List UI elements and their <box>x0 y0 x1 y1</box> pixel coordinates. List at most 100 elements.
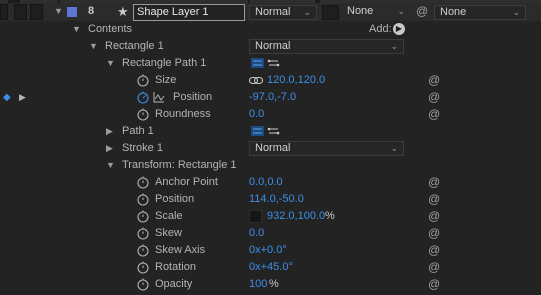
expression-swirl-icon[interactable]: @ <box>428 174 440 191</box>
transform-position-value[interactable]: 114.0,-50.0 <box>249 191 304 208</box>
transform-label: Transform: Rectangle 1 <box>122 159 237 171</box>
rotation-row[interactable]: Rotation 0x+45.0° @ <box>0 259 541 276</box>
position-value[interactable]: -97.0,-7.0 <box>249 89 296 106</box>
path-direction-icon[interactable] <box>267 58 280 68</box>
opacity-label: Opacity <box>155 278 193 290</box>
layer-switch-cell[interactable] <box>14 4 27 20</box>
constrain-proportions-toggle[interactable] <box>249 210 262 223</box>
opacity-value[interactable]: 100 <box>249 276 267 293</box>
roundness-row[interactable]: Roundness 0.0 @ <box>0 106 541 123</box>
scale-value[interactable]: 932.0,100.0 <box>267 208 325 225</box>
stopwatch-icon[interactable] <box>136 73 150 87</box>
expression-swirl-icon[interactable]: @ <box>428 242 440 259</box>
keyframe-diamond-icon[interactable]: ◆ <box>3 89 11 106</box>
layer-switch-cell[interactable] <box>30 4 43 20</box>
anchor-point-label: Anchor Point <box>155 176 218 188</box>
transform-position-label: Position <box>155 193 195 205</box>
roundness-value[interactable]: 0.0 <box>249 106 264 123</box>
stopwatch-icon[interactable] <box>136 175 150 189</box>
stopwatch-icon[interactable] <box>136 209 150 223</box>
stopwatch-icon[interactable] <box>136 226 150 240</box>
skew-row[interactable]: Skew 0.0 @ <box>0 225 541 242</box>
chevron-down-icon: ⌄ <box>390 143 398 153</box>
rectangle-path1-expand-triangle-icon[interactable]: ▼ <box>106 55 115 72</box>
rectangle-path1-label: Rectangle Path 1 <box>122 57 207 69</box>
stopwatch-icon[interactable] <box>136 277 150 291</box>
skew-axis-value[interactable]: 0x+0.0° <box>249 242 287 259</box>
contents-expand-triangle-icon[interactable]: ▼ <box>72 21 81 38</box>
link-icon[interactable] <box>249 76 263 85</box>
size-label: Size <box>155 74 177 86</box>
skew-label: Skew <box>155 227 182 239</box>
stopwatch-icon[interactable] <box>136 260 150 274</box>
layer-switch-cell[interactable] <box>0 4 8 20</box>
transform-expand-triangle-icon[interactable]: ▼ <box>106 157 115 174</box>
path-direction-icon[interactable] <box>267 126 280 136</box>
expression-swirl-icon[interactable]: @ <box>428 225 440 242</box>
chevron-down-icon: ⌄ <box>397 6 405 16</box>
skew-axis-row[interactable]: Skew Axis 0x+0.0° @ <box>0 242 541 259</box>
layer-expand-triangle-icon[interactable]: ▼ <box>54 3 63 20</box>
add-label: Add: <box>369 23 392 35</box>
mode-value: Normal <box>255 6 291 18</box>
stroke1-row[interactable]: ▶ Stroke 1 Normal ⌄ <box>0 140 541 157</box>
add-play-icon[interactable]: ▶ <box>393 23 405 35</box>
size-value[interactable]: 120.0,120.0 <box>267 72 325 89</box>
expression-swirl-icon[interactable]: @ <box>428 191 440 208</box>
rectangle1-expand-triangle-icon[interactable]: ▼ <box>89 38 98 55</box>
rectangle1-blend-value: Normal <box>255 40 291 52</box>
skew-value[interactable]: 0.0 <box>249 225 264 242</box>
graph-icon[interactable] <box>153 92 165 103</box>
transform-row[interactable]: ▼ Transform: Rectangle 1 <box>0 157 541 174</box>
scale-row[interactable]: Scale 932.0,100.0 % @ <box>0 208 541 225</box>
expression-swirl-icon[interactable]: @ <box>428 106 440 123</box>
rectangle-path1-row[interactable]: ▼ Rectangle Path 1 <box>0 55 541 72</box>
trkmat-value: None <box>347 5 374 17</box>
anchor-point-row[interactable]: Anchor Point 0.0,0.0 @ <box>0 174 541 191</box>
parent-value: None <box>440 6 467 18</box>
contents-row[interactable]: ▼ Contents Add: ▶ <box>0 21 541 38</box>
position-row[interactable]: ◆ ▶ Position -97.0,-7.0 @ <box>0 89 541 106</box>
parent-pickwhip-icon[interactable]: @ <box>416 3 428 20</box>
path1-row[interactable]: ▶ Path 1 <box>0 123 541 140</box>
stopwatch-icon[interactable] <box>136 192 150 206</box>
expression-swirl-icon[interactable]: @ <box>428 89 440 106</box>
stroke1-label: Stroke 1 <box>122 142 163 154</box>
transform-position-row[interactable]: Position 114.0,-50.0 @ <box>0 191 541 208</box>
position-label: Position <box>173 91 213 103</box>
path-direction-icon[interactable] <box>251 58 264 68</box>
layer-row[interactable]: ▼ 8 ★ Shape Layer 1 Normal ⌄ None ⌄ @ No… <box>0 3 541 21</box>
star-icon: ★ <box>117 4 129 19</box>
rotation-value[interactable]: 0x+45.0° <box>249 259 293 276</box>
expression-swirl-icon[interactable]: @ <box>428 72 440 89</box>
rotation-label: Rotation <box>155 261 196 273</box>
opacity-row[interactable]: Opacity 100 % @ <box>0 276 541 293</box>
expression-swirl-icon[interactable]: @ <box>428 276 440 293</box>
stroke1-expand-triangle-icon[interactable]: ▶ <box>106 140 113 157</box>
mode-dropdown[interactable]: Normal ⌄ <box>249 5 317 20</box>
rectangle1-row[interactable]: ▼ Rectangle 1 Normal ⌄ <box>0 38 541 55</box>
chevron-down-icon: ⌄ <box>390 41 398 51</box>
rectangle1-label: Rectangle 1 <box>105 40 164 52</box>
expression-swirl-icon[interactable]: @ <box>428 208 440 225</box>
expression-swirl-icon[interactable]: @ <box>428 259 440 276</box>
roundness-label: Roundness <box>155 108 211 120</box>
skew-axis-label: Skew Axis <box>155 244 206 256</box>
path1-expand-triangle-icon[interactable]: ▶ <box>106 123 113 140</box>
anchor-point-value[interactable]: 0.0,0.0 <box>249 174 283 191</box>
path-direction-icon[interactable] <box>251 126 264 136</box>
next-keyframe-icon[interactable]: ▶ <box>19 89 26 106</box>
trkmat-cell[interactable] <box>322 5 339 20</box>
parent-dropdown[interactable]: None ⌄ <box>434 5 526 20</box>
layer-name-field[interactable]: Shape Layer 1 <box>133 4 245 21</box>
stopwatch-icon[interactable] <box>136 107 150 121</box>
size-row[interactable]: Size 120.0,120.0 @ <box>0 72 541 89</box>
stroke1-blend-dropdown[interactable]: Normal ⌄ <box>249 141 404 156</box>
opacity-unit: % <box>269 278 279 290</box>
stopwatch-active-icon[interactable] <box>136 90 150 104</box>
trkmat-dropdown[interactable]: None ⌄ <box>342 5 405 20</box>
stopwatch-icon[interactable] <box>136 243 150 257</box>
layer-label-color[interactable] <box>67 7 77 17</box>
rectangle1-blend-dropdown[interactable]: Normal ⌄ <box>249 39 404 54</box>
layer-index: 8 <box>88 5 95 17</box>
